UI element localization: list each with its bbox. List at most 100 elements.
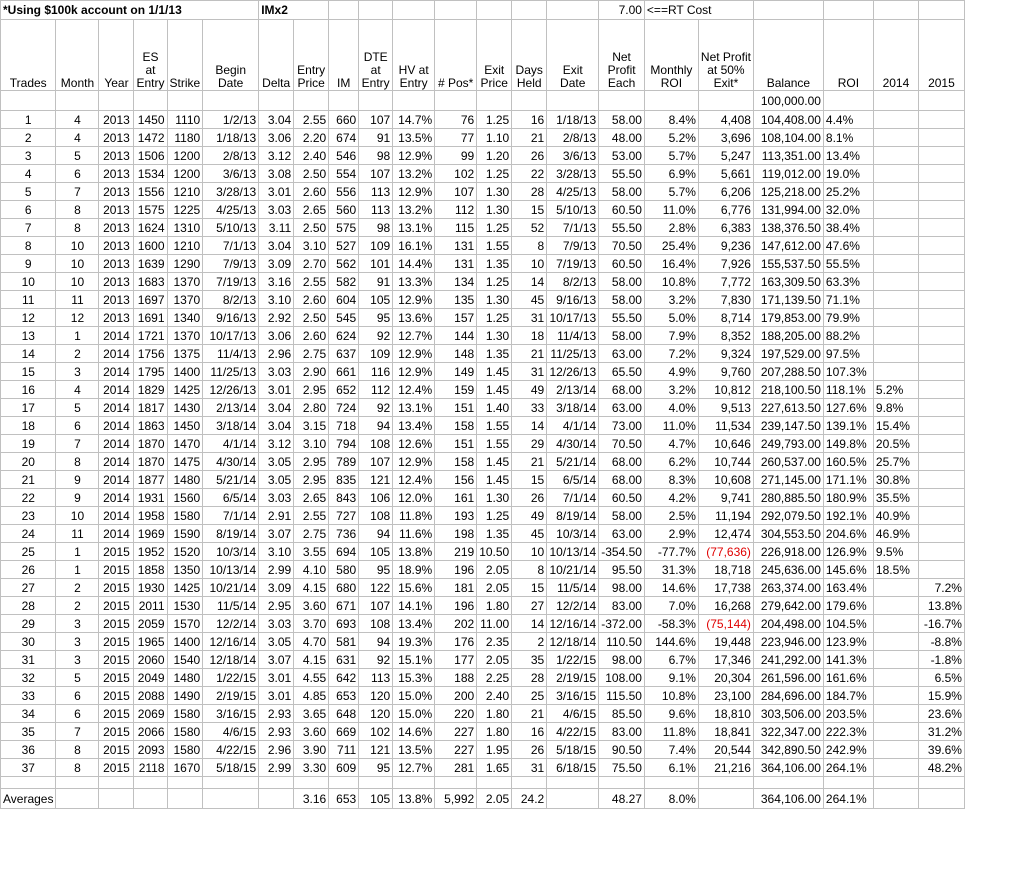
table-cell[interactable]: 2015 bbox=[98, 614, 135, 633]
table-cell[interactable]: 2014 bbox=[98, 326, 135, 345]
table-cell[interactable] bbox=[872, 596, 919, 615]
table-cell[interactable]: 6 bbox=[55, 686, 100, 705]
table-cell[interactable]: 718 bbox=[328, 416, 360, 435]
table-cell[interactable]: 1.45 bbox=[476, 470, 513, 489]
table-cell[interactable]: 48.00 bbox=[598, 128, 645, 147]
table-cell[interactable]: 3.08 bbox=[258, 164, 295, 183]
table-cell[interactable]: 19.3% bbox=[392, 632, 436, 651]
table-cell[interactable]: 2/8/13 bbox=[202, 146, 260, 165]
table-cell[interactable]: 33 bbox=[0, 686, 57, 705]
table-cell[interactable]: 1.30 bbox=[476, 326, 513, 345]
table-cell[interactable]: 18,810 bbox=[697, 704, 754, 723]
table-cell[interactable]: 1340 bbox=[166, 308, 204, 327]
table-cell[interactable]: 144.6% bbox=[643, 632, 699, 651]
table-cell[interactable]: 15.1% bbox=[392, 650, 436, 669]
table-cell[interactable]: 2014 bbox=[98, 470, 135, 489]
table-cell[interactable]: 1.35 bbox=[476, 254, 513, 273]
table-cell[interactable]: 14.4% bbox=[392, 254, 436, 273]
table-cell[interactable]: 8 bbox=[55, 758, 100, 777]
table-cell[interactable]: 144 bbox=[434, 326, 478, 345]
column-header[interactable]: Trades bbox=[0, 19, 57, 91]
table-cell[interactable]: 3.03 bbox=[258, 614, 295, 633]
table-cell[interactable]: 13.5% bbox=[392, 740, 436, 759]
table-cell[interactable] bbox=[917, 362, 965, 381]
table-cell[interactable]: 113,351.00 bbox=[752, 146, 824, 165]
table-cell[interactable]: 151 bbox=[434, 434, 478, 453]
table-cell[interactable]: 2014 bbox=[98, 452, 135, 471]
column-header[interactable]: ES at Entry bbox=[133, 19, 168, 91]
average-value[interactable]: 364,106.00 bbox=[752, 788, 824, 809]
table-cell[interactable]: 102 bbox=[358, 722, 394, 741]
table-cell[interactable] bbox=[872, 788, 919, 809]
table-cell[interactable] bbox=[917, 290, 965, 309]
table-cell[interactable]: 9 bbox=[0, 254, 57, 273]
table-cell[interactable]: 12/16/14 bbox=[546, 614, 600, 633]
table-cell[interactable]: 2015 bbox=[98, 668, 135, 687]
table-cell[interactable]: 2.92 bbox=[258, 308, 295, 327]
table-cell[interactable]: 8/2/13 bbox=[202, 290, 260, 309]
table-cell[interactable]: 83.00 bbox=[598, 596, 645, 615]
table-cell[interactable]: 653 bbox=[328, 686, 360, 705]
table-cell[interactable]: 6,206 bbox=[697, 182, 754, 201]
table-cell[interactable]: 2.05 bbox=[476, 578, 513, 597]
table-cell[interactable]: 2.55 bbox=[293, 272, 330, 291]
table-cell[interactable]: 2015 bbox=[98, 758, 135, 777]
table-cell[interactable]: 108,104.00 bbox=[752, 128, 824, 147]
table-cell[interactable]: 1310 bbox=[166, 218, 204, 237]
table-cell[interactable]: 15.0% bbox=[392, 686, 436, 705]
table-cell[interactable]: 14 bbox=[0, 344, 57, 363]
table-cell[interactable]: 131 bbox=[434, 236, 478, 255]
table-cell[interactable] bbox=[917, 236, 965, 255]
table-cell[interactable]: 6.2% bbox=[643, 452, 699, 471]
table-cell[interactable]: 148 bbox=[434, 344, 478, 363]
table-cell[interactable]: 156 bbox=[434, 470, 478, 489]
table-cell[interactable]: 76 bbox=[434, 110, 478, 129]
table-cell[interactable]: 15.0% bbox=[392, 704, 436, 723]
table-cell[interactable]: 9.1% bbox=[643, 668, 699, 687]
table-cell[interactable]: 31 bbox=[511, 758, 548, 777]
table-cell[interactable]: 2013 bbox=[98, 254, 135, 273]
table-cell[interactable] bbox=[917, 146, 965, 165]
table-cell[interactable]: 1560 bbox=[166, 488, 204, 507]
table-cell[interactable]: 31 bbox=[511, 308, 548, 327]
table-cell[interactable]: 94 bbox=[358, 632, 394, 651]
table-cell[interactable]: 2.50 bbox=[293, 164, 330, 183]
table-cell[interactable]: 36 bbox=[0, 740, 57, 759]
table-cell[interactable]: 546 bbox=[328, 146, 360, 165]
table-cell[interactable] bbox=[917, 254, 965, 273]
table-cell[interactable]: 3.2% bbox=[643, 290, 699, 309]
table-cell[interactable]: 19.0% bbox=[822, 164, 874, 183]
table-cell[interactable]: 68.00 bbox=[598, 380, 645, 399]
table-cell[interactable]: 3 bbox=[55, 614, 100, 633]
table-cell[interactable]: 33 bbox=[511, 398, 548, 417]
table-cell[interactable]: 92 bbox=[358, 398, 394, 417]
table-cell[interactable]: 2.5% bbox=[643, 506, 699, 525]
table-cell[interactable]: 2066 bbox=[133, 722, 168, 741]
table-cell[interactable] bbox=[872, 758, 919, 777]
table-cell[interactable]: 2.65 bbox=[293, 488, 330, 507]
table-cell[interactable]: 2013 bbox=[98, 200, 135, 219]
table-cell[interactable]: 95 bbox=[358, 308, 394, 327]
table-cell[interactable] bbox=[202, 788, 260, 809]
column-header[interactable]: # Pos* bbox=[434, 19, 478, 91]
column-header[interactable]: Begin Date bbox=[202, 19, 260, 91]
table-cell[interactable]: 19,448 bbox=[697, 632, 754, 651]
table-cell[interactable]: 139.1% bbox=[822, 416, 874, 435]
table-cell[interactable]: 724 bbox=[328, 398, 360, 417]
table-cell[interactable]: 110.50 bbox=[598, 632, 645, 651]
table-cell[interactable]: 3.2% bbox=[643, 380, 699, 399]
table-cell[interactable]: 10/21/14 bbox=[546, 560, 600, 579]
table-cell[interactable]: 112 bbox=[434, 200, 478, 219]
table-cell[interactable]: 58.00 bbox=[598, 506, 645, 525]
table-cell[interactable]: 5.7% bbox=[643, 182, 699, 201]
table-cell[interactable]: -354.50 bbox=[598, 542, 645, 561]
table-cell[interactable]: 2.99 bbox=[258, 758, 295, 777]
table-cell[interactable]: 3.01 bbox=[258, 668, 295, 687]
table-cell[interactable]: 2 bbox=[55, 578, 100, 597]
table-cell[interactable] bbox=[917, 380, 965, 399]
table-cell[interactable]: 1590 bbox=[166, 524, 204, 543]
table-cell[interactable]: 161.6% bbox=[822, 668, 874, 687]
table-cell[interactable]: 1.30 bbox=[476, 200, 513, 219]
table-cell[interactable]: 1969 bbox=[133, 524, 168, 543]
table-cell[interactable]: 222.3% bbox=[822, 722, 874, 741]
